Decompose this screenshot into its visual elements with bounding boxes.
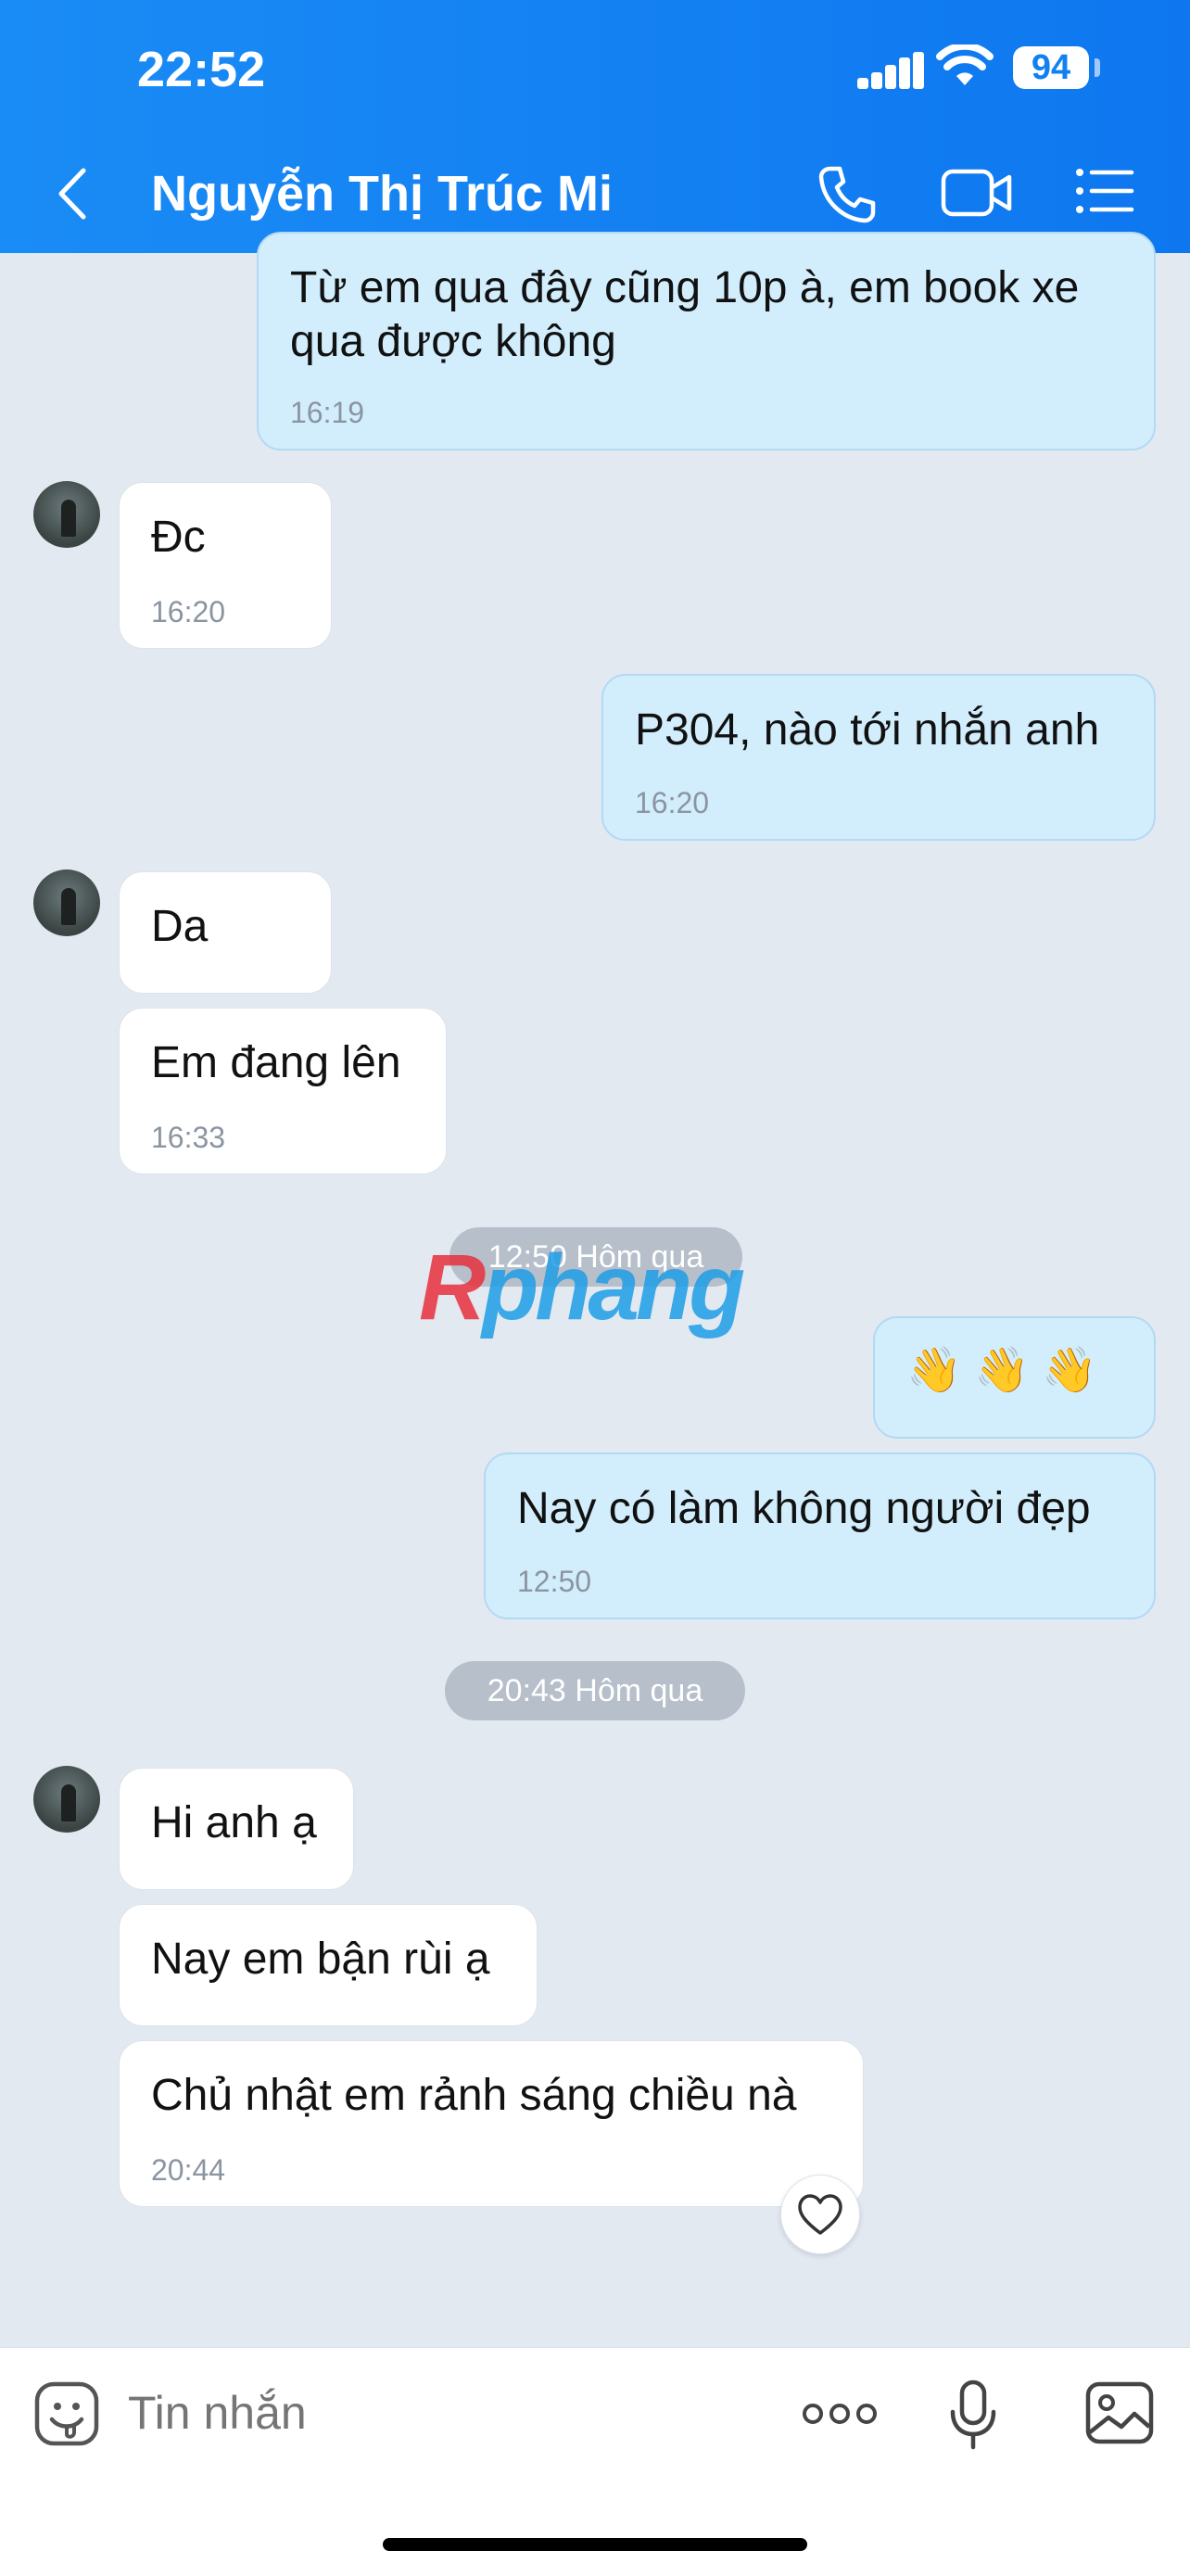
contact-name[interactable]: Nguyễn Thị Trúc Mi xyxy=(151,165,613,222)
phone-call-icon[interactable] xyxy=(816,163,879,226)
message-text: Đc xyxy=(151,513,206,562)
back-arrow-icon[interactable] xyxy=(56,167,89,221)
message-text: Chủ nhật em rảnh sáng chiều nà xyxy=(151,2071,797,2120)
message-text: Da xyxy=(151,902,209,951)
wave-emoji-message: 👋 👋 👋 xyxy=(906,1346,1097,1395)
message-text: Nay em bận rùi ạ xyxy=(151,1935,490,1984)
video-call-icon[interactable] xyxy=(941,167,1013,219)
message-time: 20:44 xyxy=(151,2153,226,2187)
more-options-icon[interactable] xyxy=(802,2401,878,2427)
message-bubble-incoming[interactable]: Em đang lên 16:33 xyxy=(119,1008,447,1174)
status-time: 22:52 xyxy=(137,42,266,97)
message-text: Hi anh ạ xyxy=(151,1798,317,1847)
message-bubble-incoming[interactable]: Chủ nhật em rảnh sáng chiều nà 20:44 xyxy=(119,2040,864,2207)
message-bubble-outgoing[interactable]: Nay có làm không người đẹp 12:50 xyxy=(484,1453,1156,1619)
message-time: 12:50 xyxy=(517,1565,592,1598)
message-text: Nay có làm không người đẹp xyxy=(517,1484,1091,1533)
date-separator: 20:43 Hôm qua xyxy=(445,1661,745,1720)
contact-avatar[interactable] xyxy=(33,869,100,936)
contact-avatar[interactable] xyxy=(33,1766,100,1833)
cellular-signal-icon xyxy=(857,52,924,89)
message-bubble-incoming[interactable]: Hi anh ạ xyxy=(119,1768,354,1890)
message-bubble-outgoing[interactable]: 👋 👋 👋 xyxy=(873,1316,1156,1439)
battery-indicator: 94 xyxy=(1013,46,1089,89)
home-indicator xyxy=(383,2538,807,2551)
sticker-emoji-icon[interactable] xyxy=(33,2380,100,2447)
message-text: Từ em qua đây cũng 10p à, em book xe qua… xyxy=(290,263,1080,366)
message-bubble-incoming[interactable]: Da xyxy=(119,871,332,994)
message-time: 16:33 xyxy=(151,1121,226,1154)
message-text: P304, nào tới nhắn anh xyxy=(635,705,1100,755)
contact-avatar[interactable] xyxy=(33,481,100,548)
menu-list-icon[interactable] xyxy=(1075,167,1134,215)
heart-icon xyxy=(798,2194,842,2235)
message-bubble-incoming[interactable]: Nay em bận rùi ạ xyxy=(119,1904,538,2026)
message-bubble-incoming[interactable]: Đc 16:20 xyxy=(119,482,332,649)
microphone-icon[interactable] xyxy=(949,2379,997,2453)
wifi-icon xyxy=(936,44,994,85)
battery-tip xyxy=(1095,58,1100,77)
message-input[interactable] xyxy=(126,2379,760,2447)
image-gallery-icon[interactable] xyxy=(1084,2380,1155,2445)
message-time: 16:19 xyxy=(290,396,365,429)
message-text: Em đang lên xyxy=(151,1038,401,1087)
message-time: 16:20 xyxy=(635,786,710,819)
chat-header: 22:52 94 Nguyễn Thị Trúc Mi xyxy=(0,0,1190,253)
react-heart-button[interactable] xyxy=(780,2175,860,2254)
message-time: 16:20 xyxy=(151,595,226,628)
message-bubble-outgoing[interactable]: Từ em qua đây cũng 10p à, em book xe qua… xyxy=(257,232,1156,450)
message-bubble-outgoing[interactable]: P304, nào tới nhắn anh 16:20 xyxy=(601,674,1156,841)
watermark-logo: Rphang xyxy=(419,1236,745,1339)
